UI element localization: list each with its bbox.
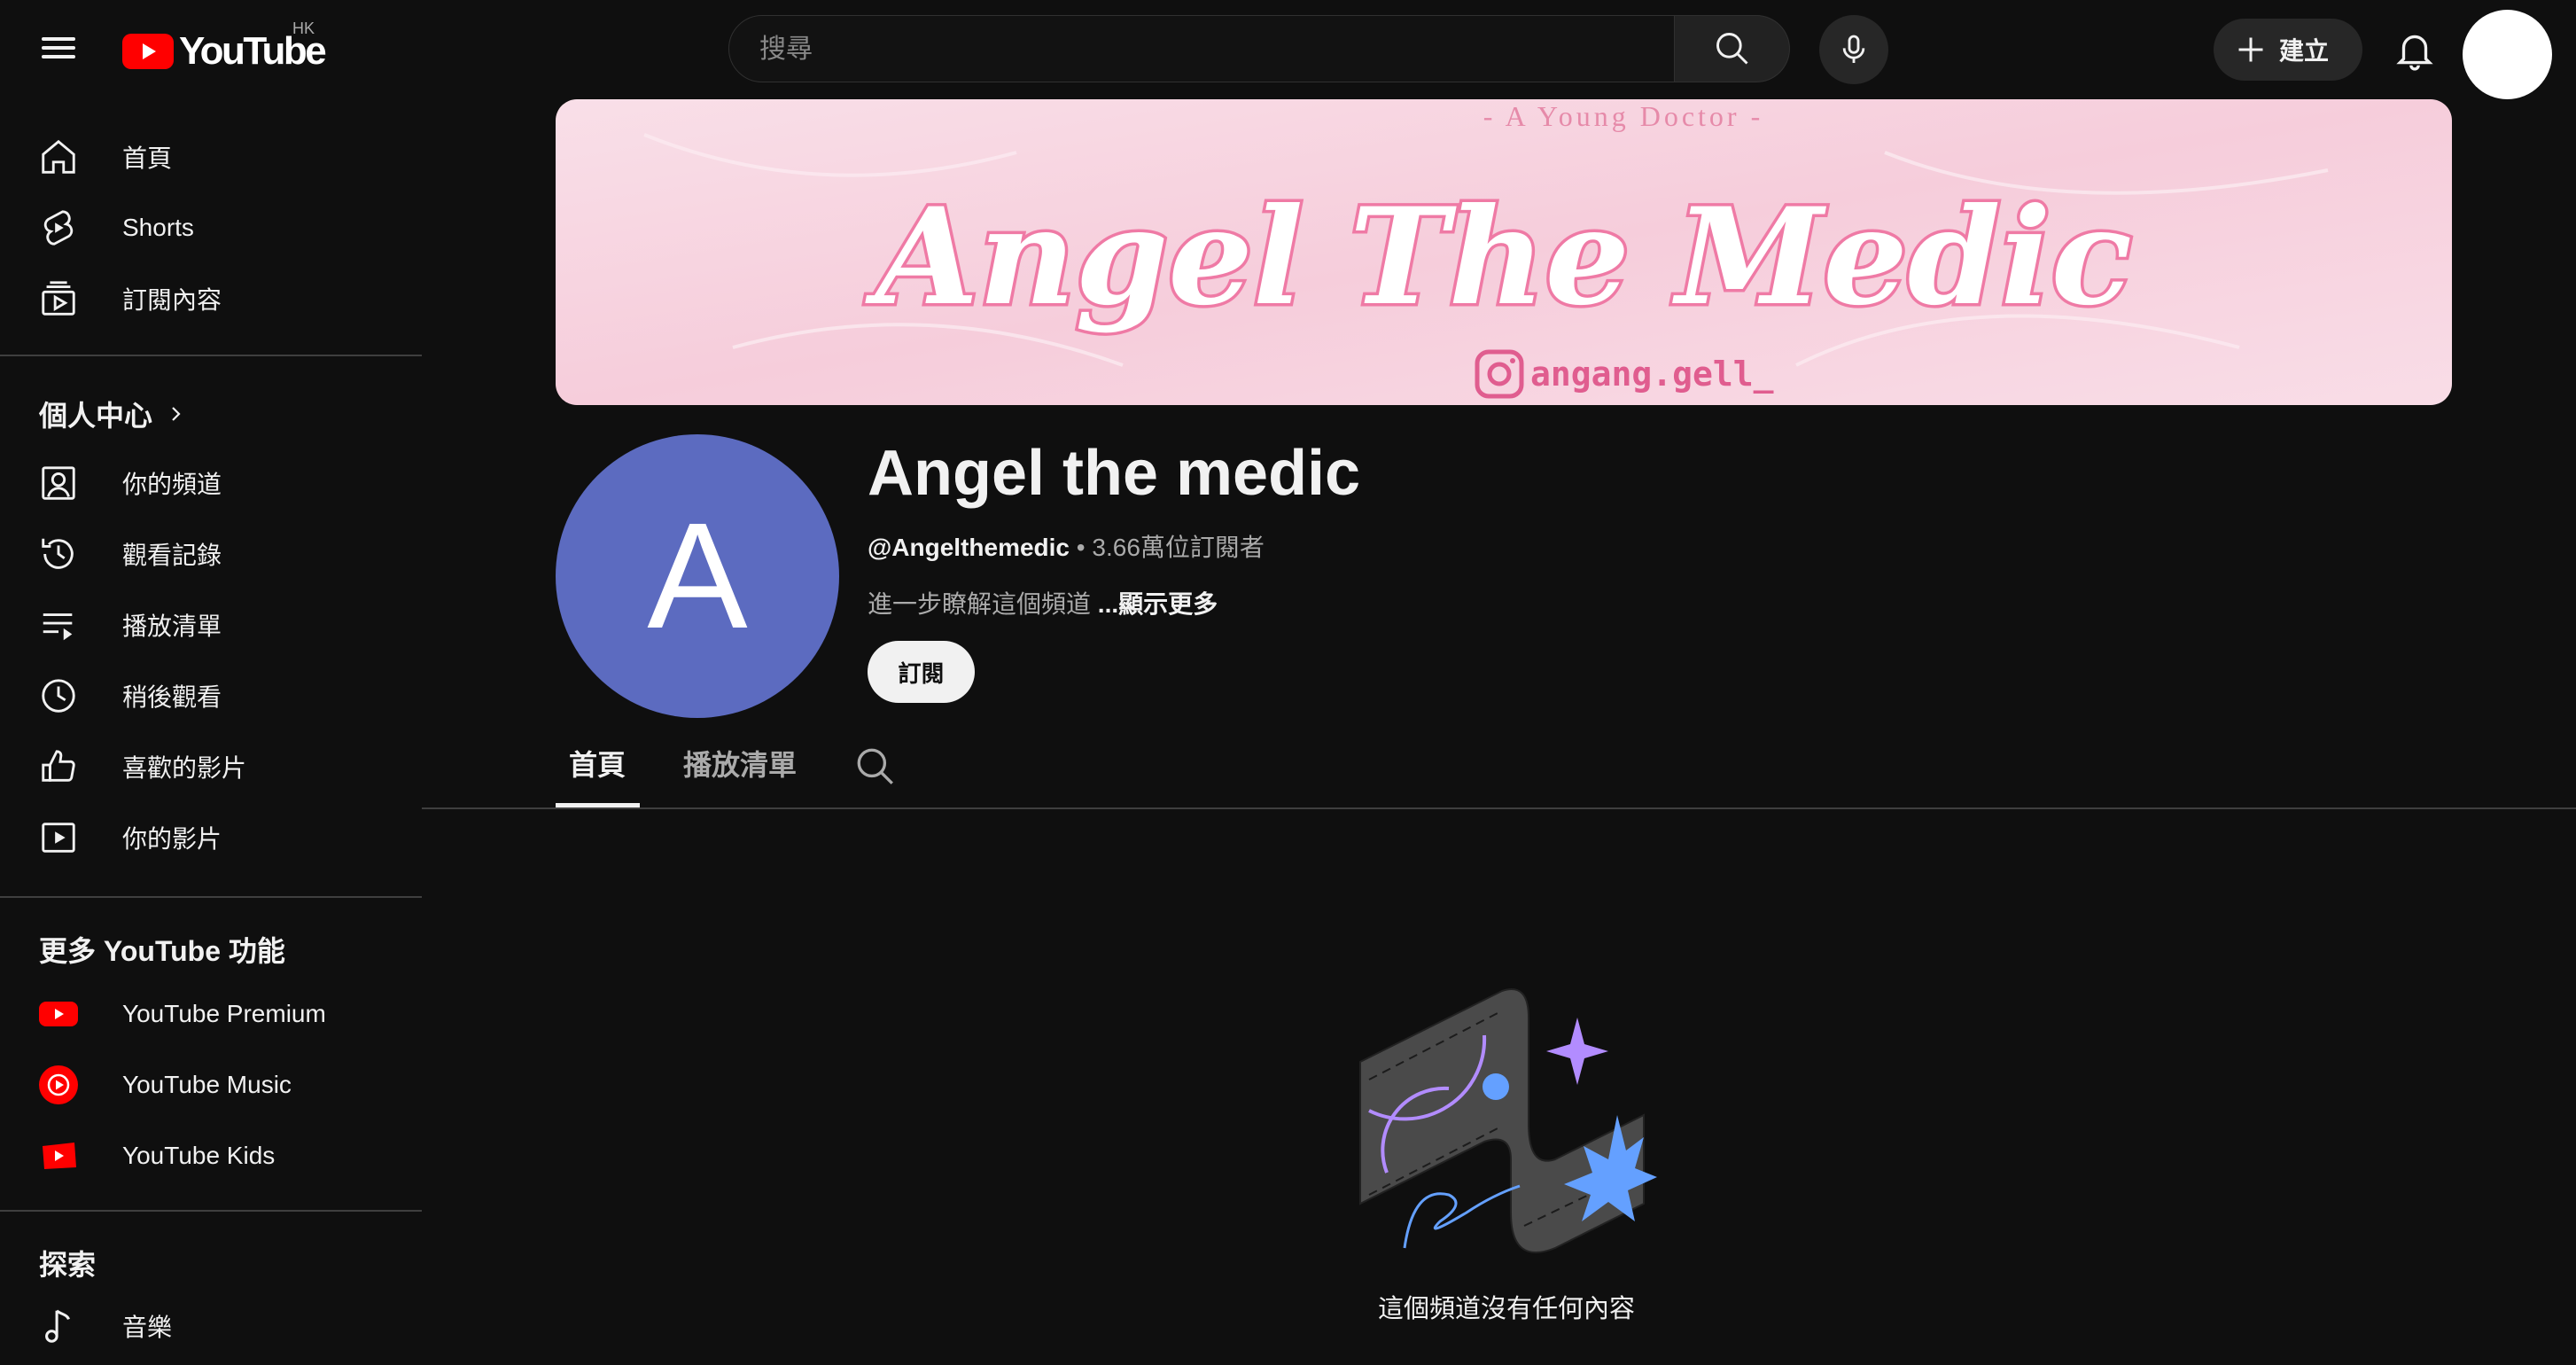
channel-name: Angel the medic xyxy=(868,438,1361,509)
banner-instagram-handle: angang.gell_ xyxy=(1530,355,1774,394)
music-note-icon xyxy=(37,1305,80,1347)
empty-state-message: 這個頻道沒有任何內容 xyxy=(1377,1295,1635,1323)
notifications-bell-icon[interactable] xyxy=(2393,27,2437,73)
channel-banner: - A Young Doctor - Angel The Medic angan… xyxy=(556,99,2452,405)
channel-description[interactable]: 進一步瞭解這個頻道 ...顯示更多 xyxy=(868,585,1218,620)
create-button[interactable]: 建立 xyxy=(2214,19,2362,81)
sidebar-item-playlists[interactable]: 播放清單 xyxy=(0,589,422,660)
voice-search-button[interactable] xyxy=(1819,15,1888,84)
plus-icon xyxy=(2238,37,2263,62)
liked-videos-icon xyxy=(37,745,80,788)
sidebar-divider xyxy=(0,896,422,898)
sidebar-item-label: 稍後觀看 xyxy=(122,683,222,711)
youtube-play-logo-icon xyxy=(122,34,174,69)
youtube-kids-icon xyxy=(37,1135,80,1177)
top-bar: YouTube HK 建立 xyxy=(0,0,2576,99)
banner-tagline: - A Young Doctor - xyxy=(1483,100,1763,132)
shorts-icon xyxy=(37,207,80,249)
search-bar xyxy=(728,15,1790,84)
menu-icon[interactable] xyxy=(39,32,78,67)
tab-home[interactable]: 首頁 xyxy=(569,743,626,784)
empty-state-illustration xyxy=(1351,982,1657,1257)
your-videos-icon xyxy=(37,816,80,859)
sidebar-divider xyxy=(0,1210,422,1212)
sidebar: 首頁 Shorts 訂閱內容 個人中心 你的頻道 觀看記錄 播放清單 稍後觀看 … xyxy=(0,99,422,1365)
banner-title: Angel The Medic xyxy=(865,179,2132,335)
sidebar-item-shorts[interactable]: Shorts xyxy=(0,192,422,263)
playlists-icon xyxy=(37,604,80,646)
watch-later-icon xyxy=(37,675,80,717)
sidebar-item-label: YouTube Music xyxy=(122,1071,292,1098)
account-avatar[interactable] xyxy=(2463,10,2552,99)
show-more-link[interactable]: ...顯示更多 xyxy=(1098,590,1218,618)
home-icon xyxy=(37,136,80,178)
microphone-icon xyxy=(1842,35,1865,63)
sidebar-item-label: 播放清單 xyxy=(122,612,222,640)
subscribe-button[interactable]: 訂閱 xyxy=(868,641,975,703)
history-icon xyxy=(37,533,80,575)
search-input[interactable] xyxy=(758,16,1647,83)
sidebar-item-youtube-music[interactable]: YouTube Music xyxy=(0,1049,422,1120)
search-icon xyxy=(1716,33,1748,65)
sidebar-item-label: 觀看記錄 xyxy=(122,542,222,569)
create-label: 建立 xyxy=(2279,37,2330,65)
meta-separator: • xyxy=(1076,534,1086,561)
description-text: 進一步瞭解這個頻道 xyxy=(868,590,1092,618)
sidebar-item-label: 你的頻道 xyxy=(122,471,222,498)
your-channel-icon xyxy=(37,462,80,504)
more-youtube-label: 更多 YouTube 功能 xyxy=(39,935,285,967)
sidebar-item-label: 你的影片 xyxy=(122,825,222,853)
sidebar-item-youtube-kids[interactable]: YouTube Kids xyxy=(0,1120,422,1191)
tabs-divider xyxy=(422,807,2576,809)
sidebar-item-label: Shorts xyxy=(122,214,194,241)
sidebar-item-watch-later[interactable]: 稍後觀看 xyxy=(0,660,422,731)
sidebar-item-label: 訂閱內容 xyxy=(122,286,222,314)
sidebar-item-subscriptions[interactable]: 訂閱內容 xyxy=(0,263,422,334)
sidebar-item-youtube-premium[interactable]: YouTube Premium xyxy=(0,979,422,1049)
channel-avatar-letter: A xyxy=(647,492,748,660)
youtube-music-icon xyxy=(37,1064,80,1106)
sidebar-item-label: YouTube Kids xyxy=(122,1142,276,1169)
subscriptions-icon xyxy=(37,277,80,320)
sidebar-item-label: YouTube Premium xyxy=(122,1000,326,1027)
channel-avatar: A xyxy=(556,434,839,718)
sidebar-item-label: 音樂 xyxy=(122,1314,173,1341)
search-box xyxy=(728,15,1675,83)
channel-search-icon[interactable] xyxy=(853,745,898,789)
sidebar-divider xyxy=(0,355,422,356)
sidebar-item-music[interactable]: 音樂 xyxy=(0,1291,422,1361)
youtube-premium-icon xyxy=(37,993,80,1035)
subscriber-count: 3.66萬位訂閱者 xyxy=(1092,534,1265,561)
banner-artwork: - A Young Doctor - Angel The Medic angan… xyxy=(556,99,2452,405)
sidebar-item-home[interactable]: 首頁 xyxy=(0,121,422,192)
sidebar-item-your-videos[interactable]: 你的影片 xyxy=(0,802,422,873)
you-section-label: 個人中心 xyxy=(39,400,153,432)
explore-label: 探索 xyxy=(39,1249,97,1281)
sidebar-item-history[interactable]: 觀看記錄 xyxy=(0,519,422,589)
region-code: HK xyxy=(292,20,315,37)
sidebar-item-label: 首頁 xyxy=(122,144,173,172)
tab-playlists[interactable]: 播放清單 xyxy=(683,743,797,784)
more-youtube-section-title: 更多 YouTube 功能 xyxy=(39,929,285,970)
search-button[interactable] xyxy=(1675,15,1790,82)
sidebar-item-your-channel[interactable]: 你的頻道 xyxy=(0,448,422,519)
channel-meta: @Angelthemedic • 3.66萬位訂閱者 xyxy=(868,528,1265,564)
explore-section-title: 探索 xyxy=(39,1243,96,1283)
chevron-right-icon xyxy=(172,407,181,421)
sidebar-item-label: 喜歡的影片 xyxy=(122,754,247,782)
sidebar-item-liked-videos[interactable]: 喜歡的影片 xyxy=(0,731,422,802)
channel-handle: @Angelthemedic xyxy=(868,534,1070,561)
you-section-title[interactable]: 個人中心 xyxy=(39,394,186,434)
